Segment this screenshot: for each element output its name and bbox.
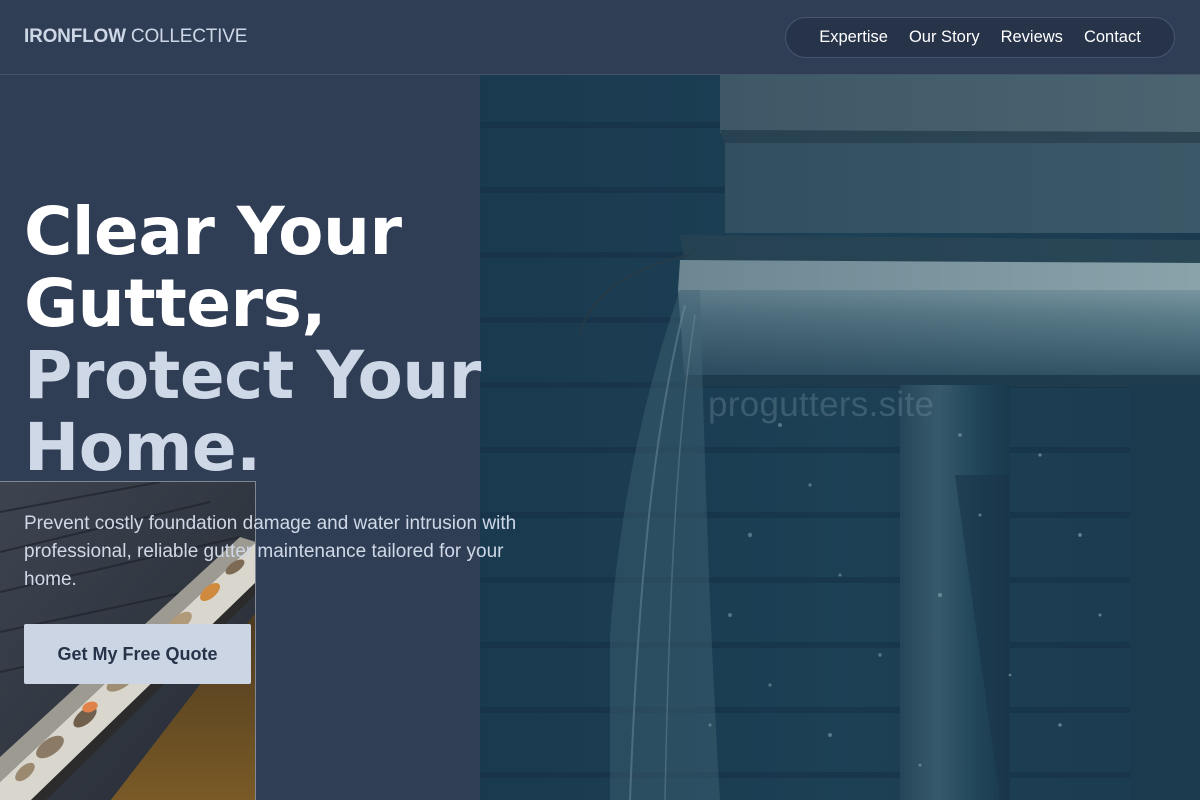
site-header: IRONFLOW COLLECTIVE Expertise Our Story … bbox=[0, 0, 1200, 75]
headline-line-1: Clear Your bbox=[24, 193, 402, 270]
logo-bold-text: IRONFLOW bbox=[24, 26, 126, 47]
brand-logo[interactable]: IRONFLOW COLLECTIVE bbox=[24, 26, 247, 48]
rain-gutter-image bbox=[480, 75, 1200, 800]
get-free-quote-button[interactable]: Get My Free Quote bbox=[24, 624, 251, 684]
nav-link-contact[interactable]: Contact bbox=[1084, 28, 1141, 47]
hero-headline: Clear Your Gutters, Protect Your Home. bbox=[24, 196, 564, 484]
hero-subtext: Prevent costly foundation damage and wat… bbox=[24, 513, 517, 590]
logo-light-text: COLLECTIVE bbox=[130, 26, 248, 47]
nav-link-our-story[interactable]: Our Story bbox=[909, 28, 980, 47]
watermark-text: progutters.site bbox=[708, 385, 935, 424]
main-nav: Expertise Our Story Reviews Contact bbox=[785, 17, 1175, 58]
nav-link-expertise[interactable]: Expertise bbox=[819, 28, 888, 47]
hero-background-photo bbox=[480, 75, 1200, 800]
headline-line-4: Home. bbox=[24, 409, 261, 486]
headline-line-2: Gutters, bbox=[24, 265, 326, 342]
nav-link-reviews[interactable]: Reviews bbox=[1001, 28, 1063, 47]
headline-line-3: Protect Your bbox=[24, 337, 481, 414]
